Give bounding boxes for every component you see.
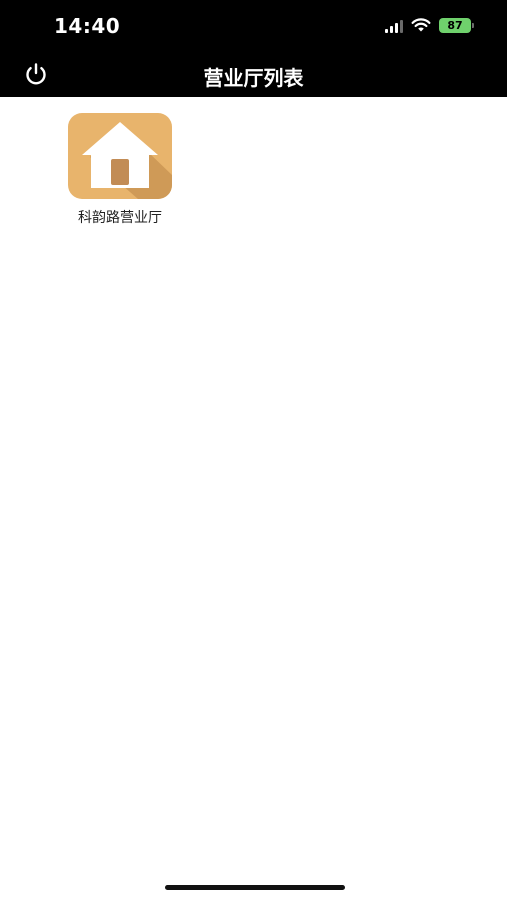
home-indicator[interactable]: [165, 885, 345, 890]
wifi-icon: [411, 18, 431, 32]
hall-list: 科韵路营业厅: [0, 97, 507, 900]
page-title: 营业厅列表: [203, 66, 304, 90]
home-icon: [68, 113, 172, 199]
battery-level: 87: [447, 19, 463, 32]
status-indicators: 87: [385, 18, 474, 33]
cellular-signal-icon: [385, 19, 403, 33]
status-bar: 14:40 87: [0, 0, 507, 50]
hall-label: 科韵路营业厅: [78, 210, 162, 226]
navigation-bar: 营业厅列表: [0, 50, 507, 97]
hall-item[interactable]: 科韵路营业厅: [60, 113, 180, 227]
status-time: 14:40: [54, 14, 121, 38]
battery-icon: 87: [439, 18, 474, 33]
